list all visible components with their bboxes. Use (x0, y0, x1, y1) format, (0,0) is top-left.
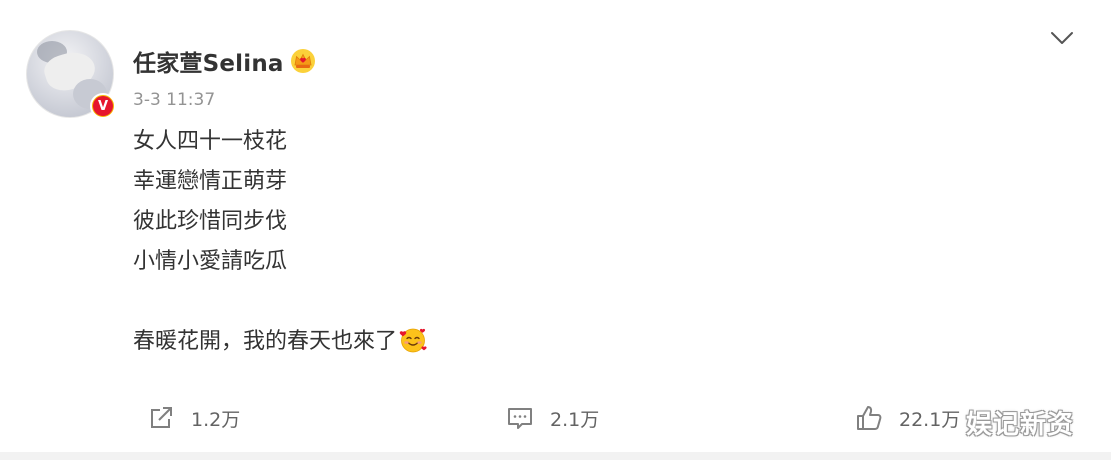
author-row: 任家萱Selina (133, 44, 316, 78)
share-icon (151, 407, 172, 428)
post-text-line: 彼此珍惜同步伐 (133, 209, 288, 234)
card-divider (0, 452, 1111, 460)
author-name[interactable]: 任家萱Selina (133, 44, 284, 78)
post-actions-bar: 1.2万 2.1万 22.1万 (0, 398, 1111, 438)
like-button[interactable]: 22.1万 (855, 398, 960, 438)
post-text-line: 幸運戀情正萌芽 (133, 169, 288, 194)
smiling-face-with-hearts-icon (399, 328, 427, 353)
post-text-line: 小情小愛請吃瓜 (133, 249, 288, 274)
verified-badge-icon: V (90, 93, 116, 119)
thumbs-up-icon (857, 406, 882, 430)
like-count: 22.1万 (899, 408, 961, 431)
post-closing-line: 春暖花開，我的春天也來了 (133, 322, 833, 362)
post-content: 女人四十一枝花 幸運戀情正萌芽 彼此珍惜同步伐 小情小愛請吃瓜 春暖花開，我的春… (133, 122, 833, 362)
comment-button[interactable]: 2.1万 (506, 398, 599, 438)
share-button[interactable]: 1.2万 (147, 398, 240, 438)
comment-count: 2.1万 (550, 408, 600, 431)
crown-icon[interactable] (290, 48, 316, 74)
chevron-down-icon[interactable] (1048, 24, 1076, 52)
weibo-post-card: V 任家萱Selina 3-3 11:37 女人四十一枝花 幸運戀情正萌芽 彼此… (0, 0, 1111, 452)
author-avatar[interactable]: V (26, 30, 116, 120)
post-text-line: 女人四十一枝花 (133, 129, 288, 154)
watermark-text: 娱记新资 (966, 410, 1075, 440)
verified-badge-letter: V (93, 96, 113, 116)
share-count: 1.2万 (191, 408, 241, 431)
comment-icon (508, 408, 532, 429)
post-timestamp[interactable]: 3-3 11:37 (133, 90, 215, 110)
closing-text: 春暖花開，我的春天也來了 (133, 329, 398, 354)
